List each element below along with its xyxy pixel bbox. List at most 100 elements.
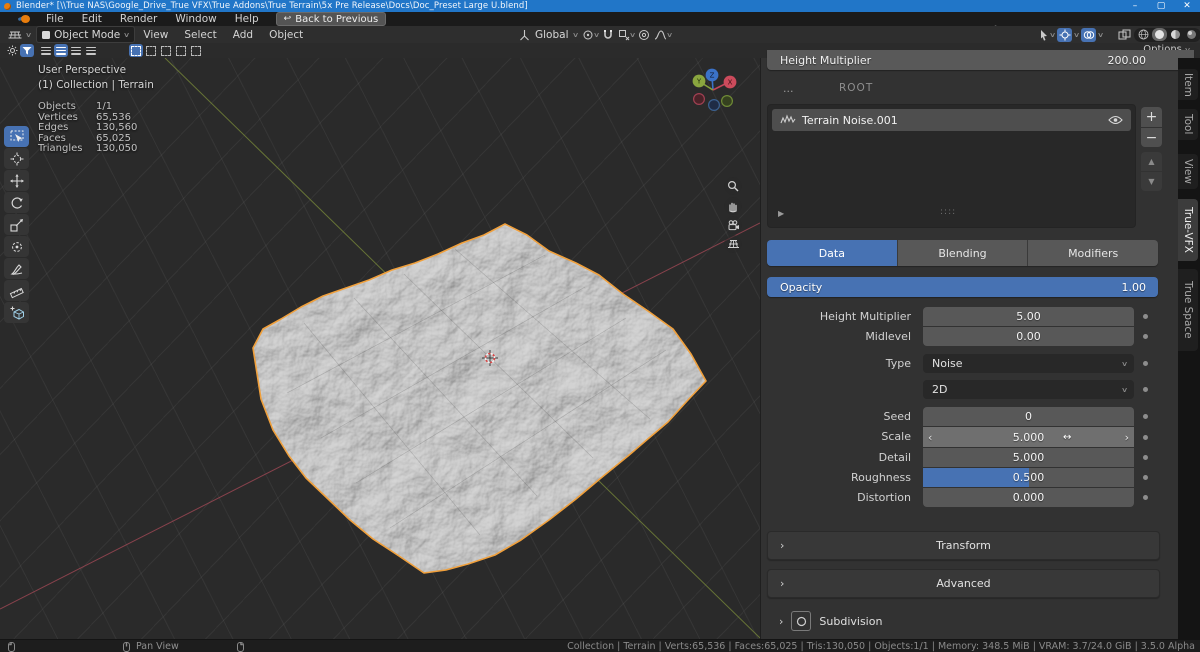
- subdivision-panel-header[interactable]: › Subdivision: [779, 611, 882, 631]
- shading-rendered-button[interactable]: [1184, 28, 1199, 41]
- minimize-button[interactable]: –: [1122, 0, 1148, 12]
- shading-wireframe-button[interactable]: [1136, 28, 1151, 41]
- detail-field[interactable]: 5.000: [923, 448, 1134, 467]
- midlevel-field[interactable]: 0.00: [923, 327, 1134, 346]
- snap-toggle[interactable]: [601, 28, 616, 42]
- axis-neg-y-ball[interactable]: [722, 96, 733, 107]
- axis-neg-z-ball[interactable]: [709, 100, 720, 111]
- breadcrumb-root[interactable]: ROOT: [839, 82, 873, 94]
- tab-data[interactable]: Data: [767, 240, 898, 266]
- zoom-button[interactable]: [724, 177, 742, 195]
- dimension-dropdown[interactable]: 2D ∨: [923, 380, 1134, 399]
- mode-dropdown[interactable]: Object Mode ∨: [36, 26, 135, 43]
- opacity-slider[interactable]: Opacity 1.00: [767, 277, 1158, 297]
- decorator-dot[interactable]: [1143, 314, 1148, 319]
- chevron-down-icon[interactable]: ∨: [1097, 31, 1104, 39]
- decrement-arrow[interactable]: ‹: [928, 431, 932, 444]
- tool-settings-gear-button[interactable]: [5, 44, 19, 57]
- select-mode-extend-button[interactable]: [144, 44, 158, 57]
- viewport-3d[interactable]: User Perspective (1) Collection | Terrai…: [0, 58, 760, 639]
- proportional-edit-toggle[interactable]: [637, 28, 652, 42]
- tab-blending[interactable]: Blending: [898, 240, 1029, 266]
- distortion-field[interactable]: 0.000: [923, 488, 1134, 507]
- tool-scale[interactable]: [4, 214, 29, 235]
- type-dropdown[interactable]: Noise ∨: [923, 354, 1134, 373]
- move-layer-up-button[interactable]: ▲: [1141, 152, 1162, 171]
- roughness-slider[interactable]: 0.500: [923, 468, 1134, 487]
- axis-neg-x-ball[interactable]: [694, 94, 705, 105]
- tool-select-box[interactable]: [4, 126, 29, 147]
- list-resize-grip[interactable]: ::::: [940, 207, 956, 217]
- menu-file[interactable]: File: [37, 12, 73, 26]
- pivot-point-dropdown[interactable]: ∨: [582, 28, 599, 42]
- tab-item[interactable]: Item: [1178, 69, 1198, 100]
- select-mode-invert-button[interactable]: [174, 44, 188, 57]
- menu-object[interactable]: Object: [261, 29, 311, 41]
- tab-view[interactable]: View: [1178, 154, 1198, 189]
- gizmos-toggle[interactable]: [1057, 28, 1072, 42]
- snap-target-dropdown[interactable]: ∨: [618, 28, 635, 42]
- tab-true-space[interactable]: True Space: [1178, 269, 1198, 351]
- tool-move[interactable]: [4, 170, 29, 191]
- decorator-dot[interactable]: [1143, 475, 1148, 480]
- decorator-dot[interactable]: [1143, 387, 1148, 392]
- overlays-toggle[interactable]: [1081, 28, 1096, 42]
- select-mode-new-button[interactable]: [129, 44, 143, 57]
- decorator-dot[interactable]: [1143, 455, 1148, 460]
- eye-icon[interactable]: [1108, 115, 1123, 125]
- shading-material-button[interactable]: [1168, 28, 1183, 41]
- remove-layer-button[interactable]: −: [1141, 128, 1162, 147]
- decorator-dot[interactable]: [1143, 495, 1148, 500]
- menu-window[interactable]: Window: [166, 12, 225, 26]
- breadcrumb-dots[interactable]: ...: [783, 82, 794, 95]
- navigation-gizmo[interactable]: Z Y X: [687, 62, 743, 118]
- tab-modifiers[interactable]: Modifiers: [1028, 240, 1158, 266]
- orientation-dropdown[interactable]: Global ∨: [533, 27, 580, 42]
- height-multiplier-top-slider[interactable]: Height Multiplier 200.00: [767, 50, 1194, 70]
- transform-panel-header[interactable]: › Transform: [767, 531, 1160, 560]
- editor-type-button[interactable]: ∨: [3, 27, 36, 42]
- decorator-dot[interactable]: [1143, 414, 1148, 419]
- tool-add-cube[interactable]: [4, 302, 29, 323]
- falloff-dropdown[interactable]: ∨: [654, 28, 672, 42]
- blender-logo-icon[interactable]: [18, 14, 31, 24]
- camera-view-button[interactable]: [724, 216, 742, 234]
- shading-solid-button[interactable]: [1152, 28, 1167, 41]
- tab-true-vfx[interactable]: True-VFX: [1178, 199, 1198, 261]
- list-view-button-4[interactable]: [84, 44, 98, 57]
- menu-select[interactable]: Select: [176, 29, 224, 41]
- layer-list[interactable]: Terrain Noise.001 ▶ ::::: [767, 104, 1136, 228]
- increment-arrow[interactable]: ›: [1125, 431, 1129, 444]
- tool-cursor[interactable]: [4, 148, 29, 169]
- tool-transform[interactable]: [4, 236, 29, 257]
- scale-field[interactable]: ‹ 5.000 ↔ ›: [923, 427, 1134, 447]
- perspective-toggle-button[interactable]: [724, 235, 742, 253]
- move-layer-down-button[interactable]: ▼: [1141, 172, 1162, 191]
- menu-add[interactable]: Add: [225, 29, 261, 41]
- menu-help[interactable]: Help: [226, 12, 268, 26]
- height-multiplier-field[interactable]: 5.00: [923, 307, 1134, 326]
- os-titlebar[interactable]: Blender* [\\True NAS\Google_Drive_True V…: [0, 0, 1200, 12]
- back-to-previous-button[interactable]: ↩ Back to Previous: [276, 12, 386, 26]
- list-expand-arrow[interactable]: ▶: [778, 209, 784, 218]
- xray-toggle[interactable]: [1117, 28, 1132, 42]
- tool-measure[interactable]: [4, 280, 29, 301]
- add-layer-button[interactable]: +: [1141, 107, 1162, 127]
- advanced-panel-header[interactable]: › Advanced: [767, 569, 1160, 598]
- tool-annotate[interactable]: [4, 258, 29, 279]
- filter-button[interactable]: [20, 44, 34, 57]
- maximize-button[interactable]: ▢: [1148, 0, 1174, 12]
- object-visibility-dropdown[interactable]: ∨: [1038, 28, 1055, 42]
- decorator-dot[interactable]: [1143, 334, 1148, 339]
- list-view-button-3[interactable]: [69, 44, 83, 57]
- decorator-dot[interactable]: [1143, 361, 1148, 366]
- chevron-down-icon[interactable]: ∨: [1073, 31, 1080, 39]
- select-mode-subtract-button[interactable]: [159, 44, 173, 57]
- decorator-dot[interactable]: [1143, 435, 1148, 440]
- tab-tool[interactable]: Tool: [1178, 109, 1198, 140]
- menu-render[interactable]: Render: [111, 12, 166, 26]
- menu-view[interactable]: View: [135, 29, 176, 41]
- tool-rotate[interactable]: [4, 192, 29, 213]
- list-view-button-2[interactable]: [54, 44, 68, 57]
- terrain-mesh[interactable]: [253, 224, 706, 573]
